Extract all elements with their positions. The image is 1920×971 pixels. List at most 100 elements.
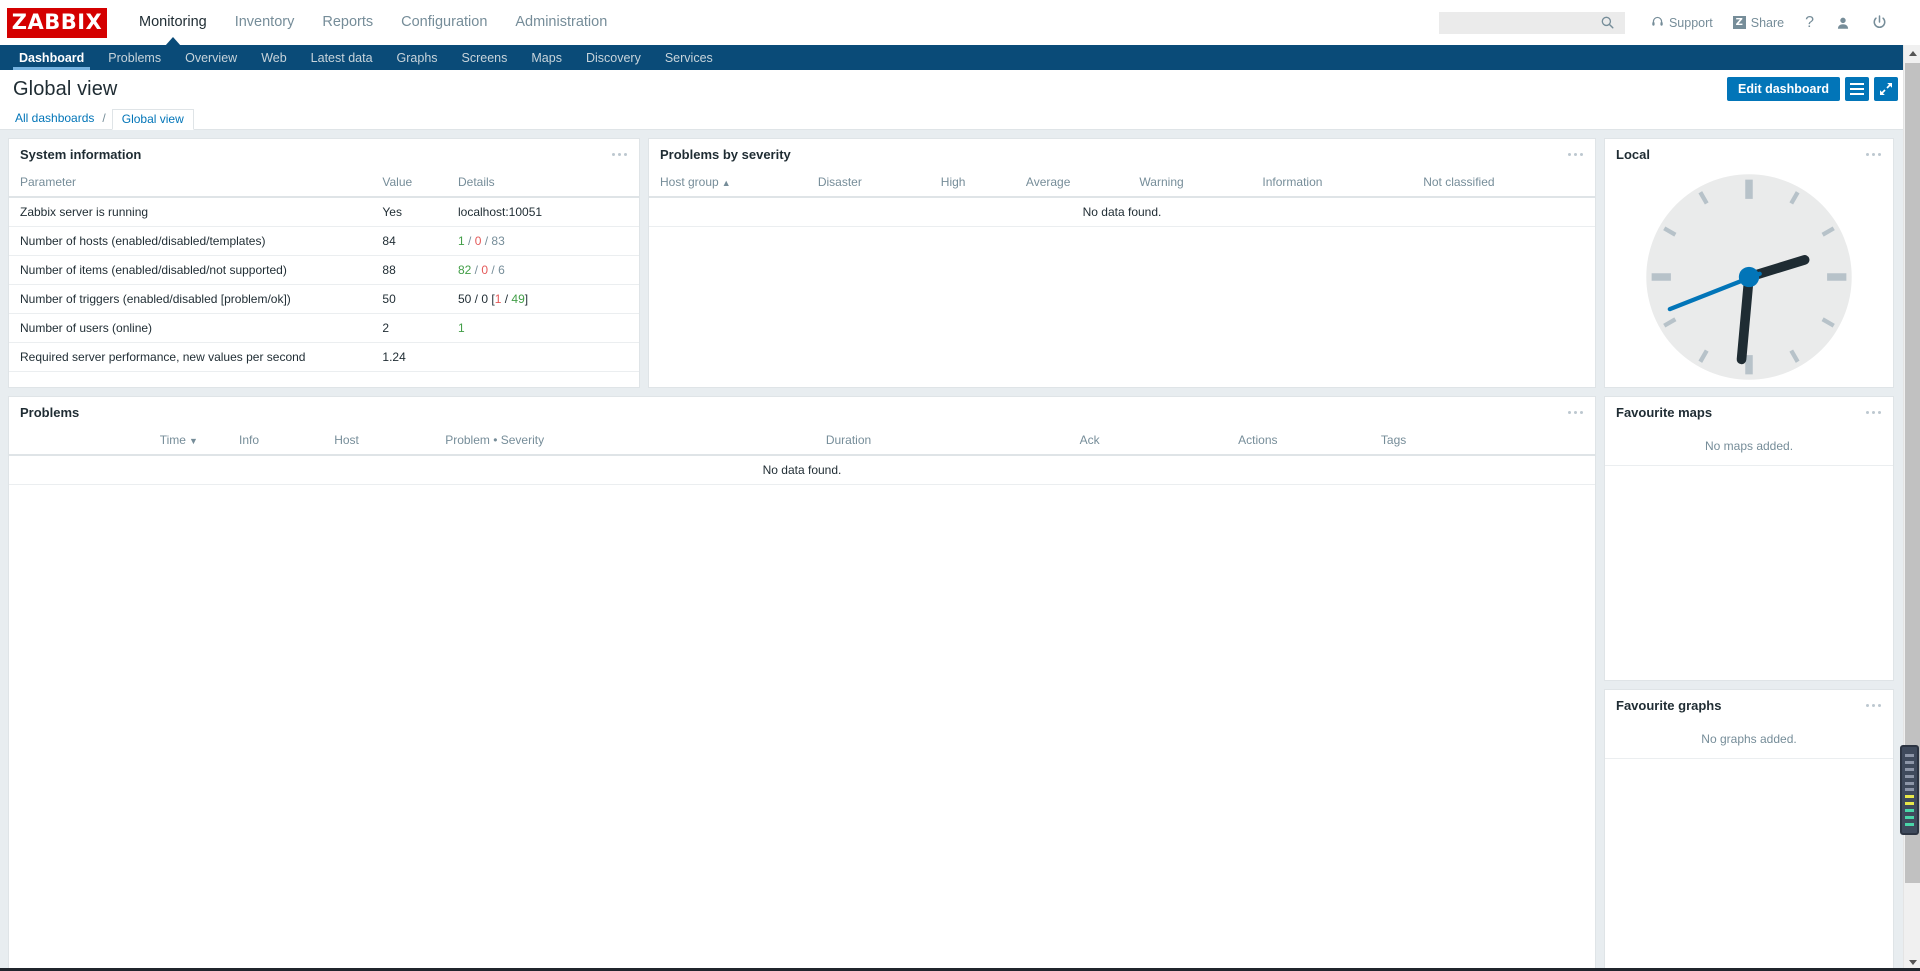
table-header-row: Host group ▲ Disaster High Average Warnin… bbox=[649, 170, 1595, 198]
subnav-item-graphs-label: Graphs bbox=[396, 50, 438, 65]
detail-sep: / bbox=[501, 292, 512, 306]
empty-row: No data found. bbox=[649, 197, 1595, 227]
row-details: 82 / 0 / 6 bbox=[449, 255, 639, 285]
column-header-value[interactable]: Value bbox=[374, 170, 450, 198]
row-value: 88 bbox=[374, 255, 450, 285]
widget-title-favourite-maps: Favourite maps bbox=[1616, 405, 1713, 420]
sort-ascending-icon: ▲ bbox=[721, 178, 731, 188]
right-widget-column: Favourite maps No maps added. Favourite … bbox=[1604, 396, 1894, 971]
signout-icon[interactable] bbox=[1861, 15, 1898, 30]
menu-item-administration-label: Administration bbox=[515, 14, 608, 30]
row-value: 84 bbox=[374, 226, 450, 256]
breadcrumb-all-dashboards[interactable]: All dashboards bbox=[13, 111, 96, 125]
widget-header: Local bbox=[1605, 139, 1893, 170]
column-header-actions[interactable]: Actions bbox=[1230, 428, 1373, 456]
subnav-item-maps[interactable]: Maps bbox=[519, 45, 574, 70]
row-value: 50 bbox=[374, 284, 450, 314]
subnav-item-screens[interactable]: Screens bbox=[450, 45, 520, 70]
widget-menu-icon[interactable] bbox=[1864, 147, 1883, 162]
fullscreen-button[interactable] bbox=[1874, 77, 1898, 101]
search-input[interactable] bbox=[1438, 12, 1597, 33]
search-icon[interactable] bbox=[1597, 16, 1619, 29]
help-icon[interactable]: ? bbox=[1794, 13, 1825, 31]
detail-sep: / bbox=[488, 263, 499, 277]
scrollbar-up-button[interactable] bbox=[1904, 45, 1920, 62]
subnav-item-graphs[interactable]: Graphs bbox=[385, 45, 450, 70]
analog-clock bbox=[1605, 170, 1893, 387]
widget-menu-icon[interactable] bbox=[610, 147, 629, 162]
widget-menu-icon[interactable] bbox=[1864, 698, 1883, 713]
breadcrumb-current[interactable]: Global view bbox=[111, 108, 194, 130]
subnav-item-dashboard[interactable]: Dashboard bbox=[7, 45, 96, 70]
menu-item-monitoring[interactable]: Monitoring bbox=[125, 0, 221, 46]
subnav-item-dashboard-label: Dashboard bbox=[19, 50, 85, 65]
widget-title-problems-by-severity: Problems by severity bbox=[660, 147, 791, 162]
column-header-tags[interactable]: Tags bbox=[1372, 428, 1595, 456]
detail-part[interactable]: 1 bbox=[458, 321, 465, 335]
column-header-problem-severity[interactable]: Problem • Severity bbox=[437, 428, 818, 456]
column-header-average[interactable]: Average bbox=[1017, 170, 1132, 198]
support-label: Support bbox=[1668, 15, 1713, 30]
widget-problems-by-severity: Problems by severity Host group ▲ Disaste… bbox=[648, 138, 1596, 388]
widget-system-information: System information Parameter Value Detai… bbox=[8, 138, 640, 388]
subnav-item-problems[interactable]: Problems bbox=[96, 45, 173, 70]
global-search[interactable] bbox=[1438, 11, 1625, 34]
sub-navigation: Dashboard Problems Overview Web Latest d… bbox=[0, 45, 1920, 70]
column-header-information[interactable]: Information bbox=[1254, 170, 1416, 198]
rack-led bbox=[1905, 767, 1914, 771]
detail-part[interactable]: 1 bbox=[458, 234, 465, 248]
detail-part[interactable]: 83 bbox=[491, 234, 504, 248]
row-value: 2 bbox=[374, 313, 450, 343]
column-header-warning[interactable]: Warning bbox=[1131, 170, 1255, 198]
support-link[interactable]: Support bbox=[1641, 15, 1723, 31]
column-header-time[interactable]: Time ▼ bbox=[151, 428, 232, 456]
column-header-info[interactable]: Info bbox=[231, 428, 327, 456]
column-header-duration[interactable]: Duration bbox=[817, 428, 1072, 456]
subnav-item-latest-data[interactable]: Latest data bbox=[299, 45, 385, 70]
column-header-ack[interactable]: Ack bbox=[1071, 428, 1231, 456]
menu-item-configuration[interactable]: Configuration bbox=[387, 0, 501, 45]
help-label: ? bbox=[1805, 13, 1814, 31]
widget-favourite-graphs: Favourite graphs No graphs added. bbox=[1604, 689, 1894, 971]
subnav-item-overview[interactable]: Overview bbox=[173, 45, 249, 70]
share-link[interactable]: Z Share bbox=[1723, 16, 1794, 30]
user-icon[interactable] bbox=[1825, 16, 1861, 30]
widget-title-local-clock: Local bbox=[1616, 147, 1650, 162]
detail-part[interactable]: 49 bbox=[511, 292, 524, 306]
widget-menu-icon[interactable] bbox=[1864, 405, 1883, 420]
widget-menu-icon[interactable] bbox=[1566, 405, 1585, 420]
row-parameter: Required server performance, new values … bbox=[9, 342, 375, 372]
dashboard-menu-button[interactable] bbox=[1845, 77, 1869, 101]
rack-led bbox=[1905, 816, 1914, 820]
column-header-disaster[interactable]: Disaster bbox=[809, 170, 933, 198]
zabbix-logo[interactable]: ZABBIX bbox=[7, 7, 107, 38]
widget-menu-icon[interactable] bbox=[1566, 147, 1585, 162]
subnav-item-web[interactable]: Web bbox=[249, 45, 298, 70]
menu-item-reports[interactable]: Reports bbox=[308, 0, 387, 45]
column-header-spacer bbox=[9, 428, 152, 456]
widget-local-clock: Local bbox=[1604, 138, 1894, 388]
subnav-item-overview-label: Overview bbox=[185, 50, 238, 65]
subnav-item-services[interactable]: Services bbox=[653, 45, 725, 70]
column-header-parameter[interactable]: Parameter bbox=[9, 170, 375, 198]
detail-part[interactable]: 82 bbox=[458, 263, 471, 277]
column-header-host[interactable]: Host bbox=[326, 428, 438, 456]
rack-led bbox=[1905, 795, 1914, 799]
row-details: 1 / 0 / 83 bbox=[449, 226, 639, 256]
page-header-actions: Edit dashboard bbox=[1727, 77, 1898, 101]
column-header-details[interactable]: Details bbox=[449, 170, 639, 198]
column-header-not-classified[interactable]: Not classified bbox=[1415, 170, 1595, 198]
problems-rows: No data found. bbox=[9, 455, 1595, 485]
rack-led bbox=[1905, 760, 1914, 764]
hamburger-icon bbox=[1850, 83, 1864, 95]
column-header-host-group[interactable]: Host group ▲ bbox=[649, 170, 810, 198]
menu-item-inventory[interactable]: Inventory bbox=[221, 0, 309, 45]
widget-header: Favourite maps bbox=[1605, 397, 1893, 428]
column-header-high[interactable]: High bbox=[932, 170, 1018, 198]
subnav-item-discovery[interactable]: Discovery bbox=[574, 45, 653, 70]
subnav-item-screens-label: Screens bbox=[461, 50, 508, 65]
edit-dashboard-button[interactable]: Edit dashboard bbox=[1727, 77, 1840, 101]
menu-item-administration[interactable]: Administration bbox=[501, 0, 621, 45]
detail-sep: / bbox=[481, 234, 492, 248]
detail-part[interactable]: 6 bbox=[498, 263, 505, 277]
